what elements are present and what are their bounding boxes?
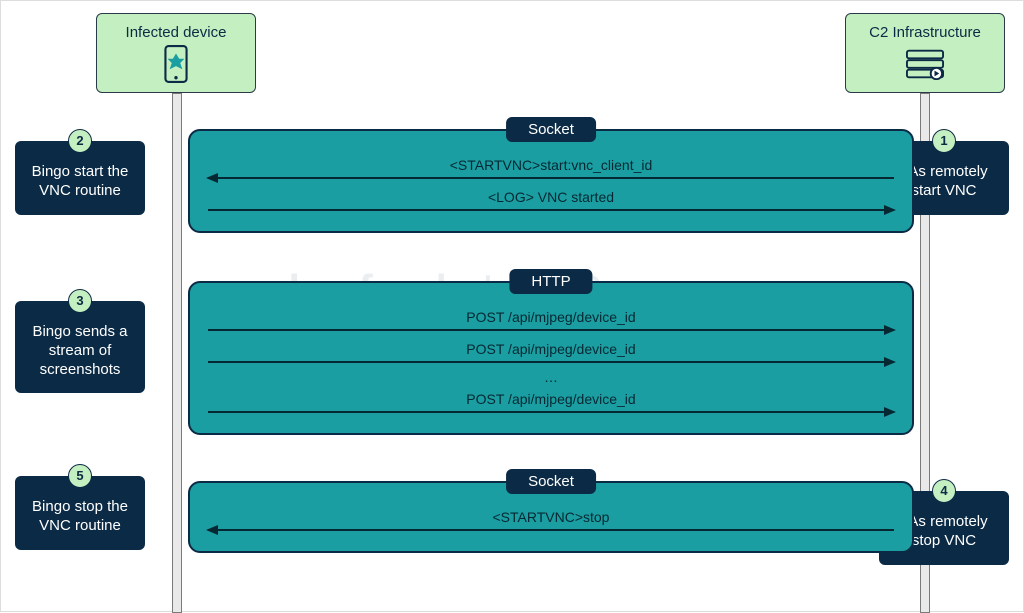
message-text: POST /api/mjpeg/device_id <box>466 309 635 325</box>
lifeline-left <box>172 93 182 613</box>
message-arrow: <STARTVNC>stop <box>208 509 894 527</box>
message-arrow: <LOG> VNC started <box>208 189 894 207</box>
server-icon <box>906 45 944 83</box>
ellipsis: … <box>208 369 894 385</box>
participant-label: Infected device <box>126 24 227 41</box>
step-number-badge: 5 <box>68 464 92 488</box>
message-arrow: POST /api/mjpeg/device_id <box>208 341 894 359</box>
step-number-badge: 2 <box>68 129 92 153</box>
message-text: <LOG> VNC started <box>488 189 614 205</box>
message-text: <STARTVNC>start:vnc_client_id <box>450 157 653 173</box>
step-2: 2 Bingo start the VNC routine <box>15 141 145 215</box>
block-http: HTTP POST /api/mjpeg/device_id POST /api… <box>188 281 914 435</box>
step-number-badge: 4 <box>932 479 956 503</box>
message-text: POST /api/mjpeg/device_id <box>466 341 635 357</box>
participant-c2-infrastructure: C2 Infrastructure <box>845 13 1005 93</box>
step-3: 3 Bingo sends a stream of screenshots <box>15 301 145 393</box>
block-socket-stop: Socket <STARTVNC>stop <box>188 481 914 553</box>
step-number-badge: 1 <box>932 129 956 153</box>
participant-infected-device: Infected device <box>96 13 256 93</box>
block-title: Socket <box>506 469 596 494</box>
phone-malware-icon <box>157 45 195 83</box>
block-socket-start: Socket <STARTVNC>start:vnc_client_id <LO… <box>188 129 914 233</box>
message-text: <STARTVNC>stop <box>493 509 610 525</box>
step-5: 5 Bingo stop the VNC routine <box>15 476 145 550</box>
block-title: Socket <box>506 117 596 142</box>
block-title: HTTP <box>509 269 592 294</box>
step-number-badge: 3 <box>68 289 92 313</box>
message-arrow: POST /api/mjpeg/device_id <box>208 391 894 409</box>
step-text: Bingo stop the VNC routine <box>32 498 128 534</box>
message-text: POST /api/mjpeg/device_id <box>466 391 635 407</box>
step-text: Bingo sends a stream of screenshots <box>32 323 127 378</box>
step-text: Bingo start the VNC routine <box>32 163 129 199</box>
message-arrow: <STARTVNC>start:vnc_client_id <box>208 157 894 175</box>
message-arrow: POST /api/mjpeg/device_id <box>208 309 894 327</box>
participant-label: C2 Infrastructure <box>869 24 981 41</box>
